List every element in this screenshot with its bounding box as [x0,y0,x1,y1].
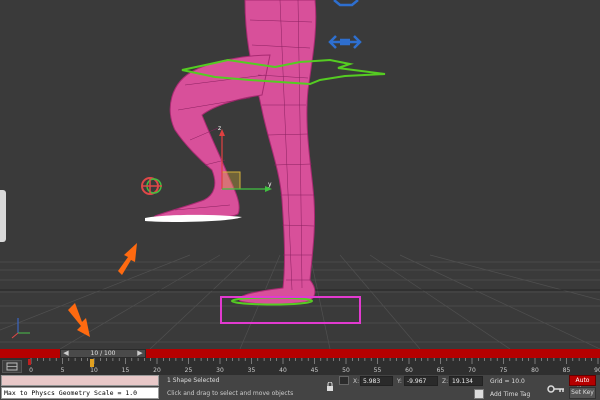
transform-type-in-icon[interactable] [339,376,349,385]
ruler-tick-label: 40 [279,367,287,374]
frame-ruler: 0 5 10 15 20 25 30 35 40 45 50 55 60 65 70 75 80 85 90 [28,358,600,374]
ruler-tick-label: 75 [500,367,508,374]
ruler-tick-label: 85 [563,367,571,374]
time-tag-icon[interactable] [474,389,484,399]
prompt-line: Click and drag to select and move object… [167,390,294,397]
move-gizmo[interactable]: z y [218,125,272,192]
x-coordinate-field[interactable]: 5.983 [360,376,393,386]
set-key-button[interactable]: Set Key [569,387,596,399]
frame-display: 10 / 100 [90,350,116,357]
viewport-scene: z y [0,0,600,349]
grid-size: Grid = 10.0 [490,378,525,385]
ruler-tick-label: 20 [153,367,161,374]
y-label: Y: [397,378,402,385]
current-frame-marker [90,359,94,367]
z-coordinate-field[interactable]: 19.134 [449,376,483,386]
perspective-viewport[interactable]: z y [0,0,600,349]
ruler-tick-label: 25 [185,367,193,374]
add-time-tag-button[interactable]: Add Time Tag [490,391,530,398]
ruler-tick-label: 5 [61,367,65,374]
selection-count: 1 Shape Selected [167,377,220,384]
ruler-tick-label: 65 [437,367,445,374]
ruler-tick-label: 50 [342,367,350,374]
maxscript-listener-top[interactable] [1,375,159,386]
ruler-tick-label: 0 [29,367,33,374]
move-arrow-icon[interactable] [328,0,362,49]
time-slider[interactable]: ◀ 10 / 100 ▶ [60,349,146,358]
key-icon[interactable] [547,380,565,393]
track-bar[interactable]: 0 5 10 15 20 25 30 35 40 45 50 55 60 65 70 75 80 85 90 [0,358,600,375]
ruler-tick-label: 35 [248,367,256,374]
status-bar: Max to Physcs Geometry Scale = 1.0 1 Sha… [0,375,600,400]
orange-annotation-arrow-down [68,303,90,337]
ruler-tick-label: 45 [311,367,319,374]
next-frame-icon[interactable]: ▶ [135,349,145,358]
svg-text:y: y [268,181,272,188]
y-coordinate-field[interactable]: -9.967 [404,376,438,386]
ruler-tick-label: 55 [374,367,382,374]
ruler-tick-label: 10 [90,367,98,374]
auto-key-button[interactable]: Auto Key [569,375,596,393]
ruler-tick-label: 70 [468,367,476,374]
ruler-tick-label: 90 [594,367,600,374]
lock-icon[interactable] [326,376,334,391]
z-label: Z: [442,378,449,385]
x-label: X: [353,378,360,385]
maxscript-listener-input[interactable]: Max to Physcs Geometry Scale = 1.0 [1,387,159,399]
transform-gizmo-icon[interactable] [141,177,162,195]
ruler-tick-label: 60 [405,367,413,374]
standing-leg-mesh[interactable] [238,0,317,305]
ruler-tick-label: 80 [531,367,539,374]
prev-frame-icon[interactable]: ◀ [61,349,71,358]
key-marker [28,359,31,365]
viewport-side-tab[interactable] [0,190,6,242]
ruler-tick-label: 30 [216,367,224,374]
orientation-axis-icon [11,318,30,339]
ruler-tick-label: 15 [122,367,130,374]
svg-text:z: z [218,125,221,132]
